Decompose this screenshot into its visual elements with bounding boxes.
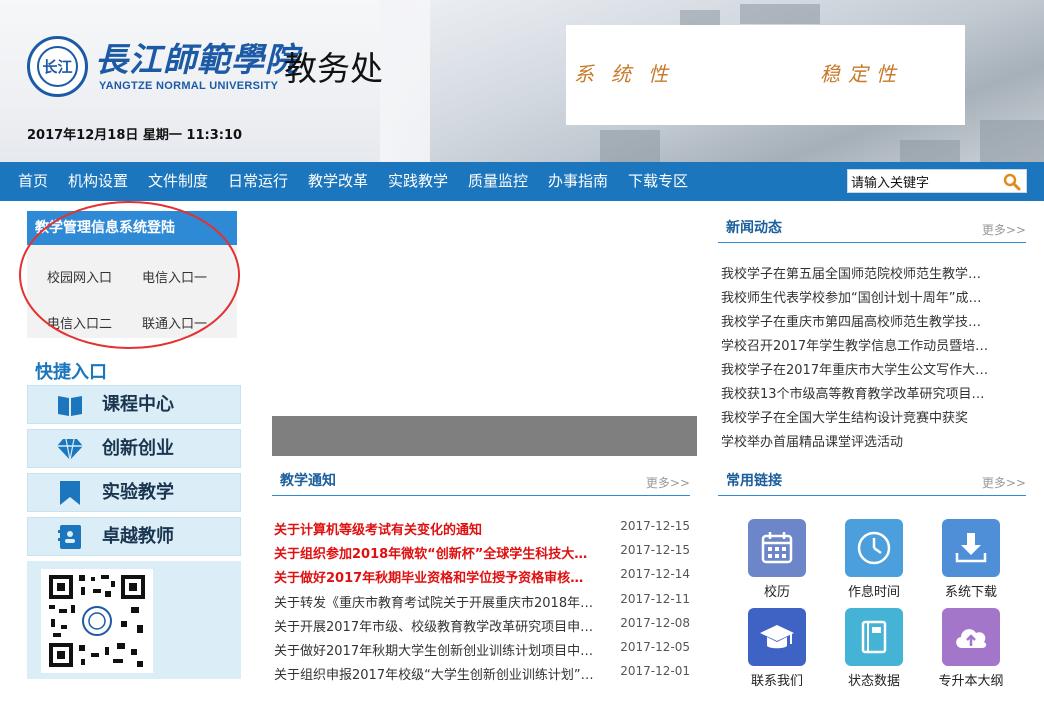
download-link[interactable]: 系统下载 [931,519,1011,600]
notice-title[interactable]: 关于做好2017年秋期毕业资格和学位授予资格审核工作的通知 [274,567,594,586]
notice-title[interactable]: 关于组织申报2017年校级“大学生创新创业训练计划”项目的通知 [274,664,594,683]
news-item[interactable]: 学校举办首届精品课堂评选活动 [721,431,989,450]
search-input[interactable] [851,172,999,191]
status-data-link[interactable]: 状态数据 [834,608,914,689]
nav-daily-operation[interactable]: 日常运行 [228,162,288,201]
office-name: 教务处 [284,49,383,88]
upgrade-syllabus-label: 专升本大纲 [938,674,1004,689]
calendar-icon [748,519,806,577]
telecom-entry-1[interactable]: 电信入口一 [142,267,207,286]
school-name-en: YANGTZE NORMAL UNIVERSITY [99,80,279,92]
status-data-label: 状态数据 [847,674,900,689]
links-header: 常用链接 更多>> [718,466,1026,496]
contact-link[interactable]: 联系我们 [737,608,817,689]
schedule-label: 作息时间 [847,585,900,600]
clock-icon [845,519,903,577]
diamond-icon [56,436,84,462]
nav-regulations[interactable]: 文件制度 [148,162,208,201]
notebook-icon [845,608,903,666]
notice-date: 2017-12-05 [620,640,690,654]
news-item[interactable]: 我校学子在全国大学生结构设计竞赛中获奖 [721,407,989,426]
news-item[interactable]: 我校获13个市级高等教育教学改革研究项目立项 [721,383,989,402]
contact-card-icon [56,524,84,550]
slogan-right: 稳定性 [820,62,904,86]
bookmark-icon [56,480,84,506]
notice-date: 2017-12-14 [620,567,690,581]
search-box [847,169,1027,193]
download-icon [942,519,1000,577]
qr-panel [27,561,241,679]
notice-title[interactable]: 关于组织参加2018年微软“创新杯”全球学生科技大赛的通知 [274,543,594,562]
quick-entry-title: 快捷入口 [35,362,107,383]
notice-row: 关于组织申报2017年校级“大学生创新创业训练计划”项目的通知 2017-12-… [274,664,690,688]
nav-practice-teaching[interactable]: 实践教学 [388,162,448,201]
seal-inner: 长江 [37,46,78,87]
graduation-cap-icon [748,608,806,666]
notice-title[interactable]: 关于做好2017年秋期大学生创新创业训练计划项目中期检查的通知 [274,640,594,659]
nav-home[interactable]: 首页 [18,162,48,201]
notice-row: 关于开展2017年市级、校级教育教学改革研究项目申报工作的通知 2017-12-… [274,616,690,640]
nav-teaching-reform[interactable]: 教学改革 [308,162,368,201]
news-item[interactable]: 我校学子在第五届全国师范院校师范生教学技能大赛中获佳绩 [721,263,989,282]
school-name-cn: 長江師範學院 [95,40,299,79]
notice-title[interactable]: 关于计算机等级考试有关变化的通知 [274,519,594,538]
cloud-upload-icon [942,608,1000,666]
news-item[interactable]: 学校召开2017年学生教学信息工作动员暨培训会 [721,335,989,354]
notice-date: 2017-12-01 [620,664,690,678]
news-header: 新闻动态 更多>> [718,213,1026,243]
notice-row: 关于转发《重庆市教育考试院关于开展重庆市2018年普通高校专升本考试的通知》 2… [274,592,690,616]
notice-date: 2017-12-08 [620,616,690,630]
university-seal-logo[interactable]: 长江 [27,36,88,97]
notice-row: 关于做好2017年秋期大学生创新创业训练计划项目中期检查的通知 2017-12-… [274,640,690,664]
notices-more-link[interactable]: 更多>> [646,474,690,491]
unicom-entry-1[interactable]: 联通入口一 [142,313,207,332]
excellent-teacher-button[interactable]: 卓越教师 [27,517,241,556]
news-title: 新闻动态 [726,220,782,236]
calendar-label: 校历 [763,585,790,600]
schedule-link[interactable]: 作息时间 [834,519,914,600]
lab-teaching-label: 实验教学 [102,482,174,503]
contact-label: 联系我们 [750,674,803,689]
course-center-button[interactable]: 课程中心 [27,385,241,424]
notices-title: 教学通知 [280,473,336,489]
notice-row: 关于组织参加2018年微软“创新杯”全球学生科技大赛的通知 2017-12-15 [274,543,690,567]
course-center-label: 课程中心 [102,394,174,415]
news-item[interactable]: 我校学子在2017年重庆市大学生公文写作大赛中获奖 [721,359,989,378]
news-item[interactable]: 我校师生代表学校参加“国创计划十周年”成果展 [721,287,989,306]
notice-row: 关于计算机等级考试有关变化的通知 2017-12-15 [274,519,690,543]
notice-title[interactable]: 关于开展2017年市级、校级教育教学改革研究项目申报工作的通知 [274,616,594,635]
current-datetime: 2017年12月18日 星期一 11:3:10 [27,128,243,143]
calendar-link[interactable]: 校历 [737,519,817,600]
notices-header: 教学通知 更多>> [272,466,690,496]
slideshow-banner[interactable] [272,416,697,456]
links-more-link[interactable]: 更多>> [982,474,1026,491]
nav-quality-monitor[interactable]: 质量监控 [468,162,528,201]
upgrade-syllabus-link[interactable]: 专升本大纲 [931,608,1011,689]
login-panel-title: 教学管理信息系统登陆 [27,211,237,245]
notice-date: 2017-12-15 [620,519,690,533]
notice-row: 关于做好2017年秋期毕业资格和学位授予资格审核工作的通知 2017-12-14 [274,567,690,591]
telecom-entry-2[interactable]: 电信入口二 [47,313,112,332]
links-title: 常用链接 [726,473,782,489]
news-more-link[interactable]: 更多>> [982,221,1026,238]
notice-date: 2017-12-15 [620,543,690,557]
slogan-left: 系统性 [574,62,685,86]
notice-date: 2017-12-11 [620,592,690,606]
innovation-label: 创新创业 [102,438,174,459]
news-item[interactable]: 我校学子在重庆市第四届高校师范生教学技能大赛中获佳绩 [721,311,989,330]
notice-title[interactable]: 关于转发《重庆市教育考试院关于开展重庆市2018年普通高校专升本考试的通知》 [274,592,594,611]
nav-organization[interactable]: 机构设置 [68,162,128,201]
excellent-teacher-label: 卓越教师 [102,526,174,547]
innovation-button[interactable]: 创新创业 [27,429,241,468]
search-icon[interactable] [1002,172,1022,191]
nav-downloads[interactable]: 下载专区 [628,162,688,201]
campus-network-entry[interactable]: 校园网入口 [47,267,112,286]
nav-service-guide[interactable]: 办事指南 [548,162,608,201]
lab-teaching-button[interactable]: 实验教学 [27,473,241,512]
qr-code-image [41,569,153,673]
book-icon [56,392,84,418]
login-panel: 教学管理信息系统登陆 校园网入口 电信入口一 电信入口二 联通入口一 [27,211,237,338]
download-label: 系统下载 [944,585,997,600]
